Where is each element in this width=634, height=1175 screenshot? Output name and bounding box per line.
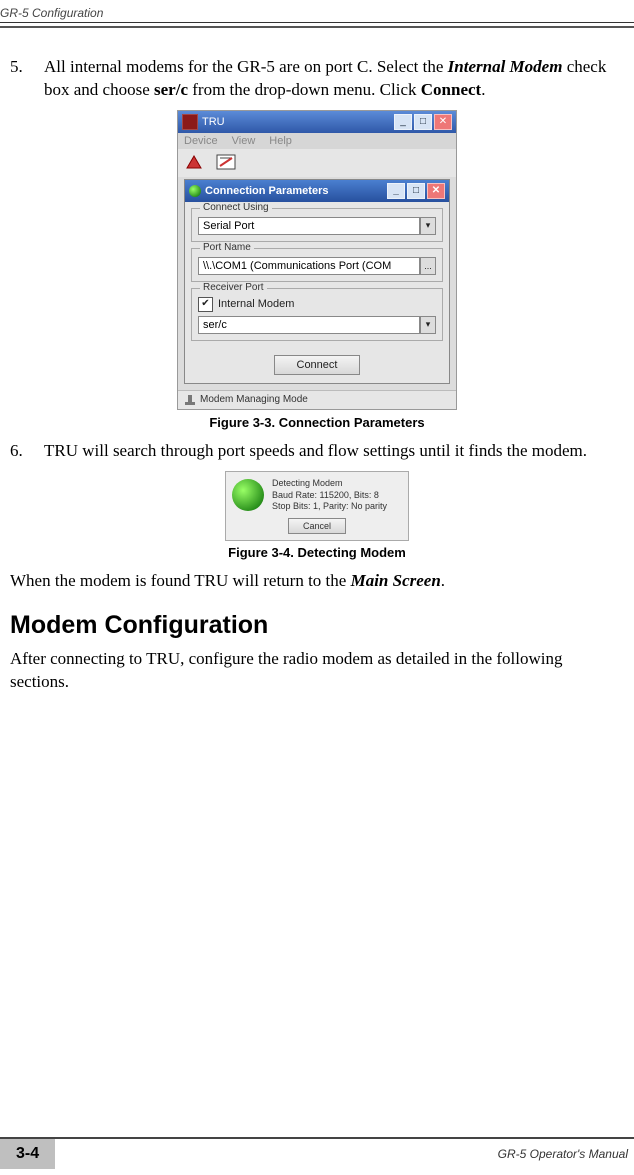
detecting-modem-dialog: Detecting Modem Baud Rate: 115200, Bits:… bbox=[225, 471, 409, 541]
dialog-titlebar: Connection Parameters _ □ ✕ bbox=[185, 180, 449, 202]
emphasis-internal-modem: Internal Modem bbox=[448, 57, 563, 76]
page-number: 3-4 bbox=[0, 1139, 55, 1169]
titlebar: TRU _ □ ✕ bbox=[178, 111, 456, 133]
page-content: 5. All internal modems for the GR-5 are … bbox=[0, 56, 634, 694]
paragraph: After connecting to TRU, configure the r… bbox=[10, 648, 624, 694]
step-number: 6. bbox=[10, 440, 44, 463]
toolbar-config-icon[interactable] bbox=[216, 153, 236, 173]
menu-view[interactable]: View bbox=[232, 135, 256, 147]
internal-modem-checkbox-row[interactable]: ✔ Internal Modem bbox=[198, 297, 436, 312]
port-name-field[interactable]: ... bbox=[198, 257, 436, 275]
figure-3-4: Detecting Modem Baud Rate: 115200, Bits:… bbox=[10, 471, 624, 560]
dialog-heading: Detecting Modem bbox=[272, 478, 387, 490]
internal-modem-label: Internal Modem bbox=[218, 298, 294, 310]
emphasis-connect: Connect bbox=[421, 80, 481, 99]
dialog-line: Stop Bits: 1, Parity: No parity bbox=[272, 501, 387, 513]
page-header: GR-5 Configuration bbox=[0, 0, 634, 22]
statusbar: Modem Managing Mode bbox=[178, 390, 456, 409]
dialog-maximize-button[interactable]: □ bbox=[407, 183, 425, 199]
minimize-button[interactable]: _ bbox=[394, 114, 412, 130]
text-fragment: . bbox=[481, 80, 485, 99]
figure-3-3: TRU _ □ ✕ Device View Help bbox=[10, 110, 624, 430]
group-legend: Connect Using bbox=[200, 202, 272, 213]
dropdown-arrow-icon[interactable]: ▾ bbox=[420, 217, 436, 235]
group-legend: Port Name bbox=[200, 242, 254, 253]
app-icon bbox=[182, 114, 198, 130]
manual-name: GR-5 Operator's Manual bbox=[55, 1139, 634, 1169]
toolbar-triangle-icon[interactable] bbox=[184, 153, 204, 173]
dialog-icon bbox=[189, 185, 201, 197]
port-name-value[interactable] bbox=[198, 257, 420, 275]
group-receiver-port: Receiver Port ✔ Internal Modem ▾ bbox=[191, 288, 443, 341]
connection-parameters-dialog: Connection Parameters _ □ ✕ Connect Usin… bbox=[184, 179, 450, 384]
receiver-port-value[interactable] bbox=[198, 316, 420, 334]
text-fragment: When the modem is found TRU will return … bbox=[10, 571, 351, 590]
text-fragment: from the drop-down menu. Click bbox=[188, 80, 421, 99]
menu-device[interactable]: Device bbox=[184, 135, 218, 147]
step-5: 5. All internal modems for the GR-5 are … bbox=[10, 56, 624, 102]
step-6: 6. TRU will search through port speeds a… bbox=[10, 440, 624, 463]
dialog-button-row: Connect bbox=[185, 347, 449, 383]
step-number: 5. bbox=[10, 56, 44, 102]
group-connect-using: Connect Using ▾ bbox=[191, 208, 443, 242]
connect-button[interactable]: Connect bbox=[274, 355, 361, 375]
dialog-title: Connection Parameters bbox=[205, 185, 328, 197]
emphasis-serc: ser/c bbox=[154, 80, 188, 99]
group-port-name: Port Name ... bbox=[191, 248, 443, 282]
connect-using-value[interactable] bbox=[198, 217, 420, 235]
status-text: Modem Managing Mode bbox=[200, 394, 308, 405]
window-title: TRU bbox=[202, 116, 225, 128]
paragraph: When the modem is found TRU will return … bbox=[10, 570, 624, 593]
dropdown-arrow-icon[interactable]: ▾ bbox=[420, 316, 436, 334]
tru-app-window: TRU _ □ ✕ Device View Help bbox=[177, 110, 457, 410]
close-button[interactable]: ✕ bbox=[434, 114, 452, 130]
cancel-button[interactable]: Cancel bbox=[288, 518, 346, 534]
dialog-close-button[interactable]: ✕ bbox=[427, 183, 445, 199]
text-fragment: . bbox=[441, 571, 445, 590]
connect-using-dropdown[interactable]: ▾ bbox=[198, 217, 436, 235]
figure-caption: Figure 3-4. Detecting Modem bbox=[10, 545, 624, 560]
text-fragment: All internal modems for the GR-5 are on … bbox=[44, 57, 448, 76]
receiver-port-dropdown[interactable]: ▾ bbox=[198, 316, 436, 334]
menu-help[interactable]: Help bbox=[269, 135, 292, 147]
status-icon bbox=[184, 394, 196, 406]
menubar: Device View Help bbox=[178, 133, 456, 149]
step-text: TRU will search through port speeds and … bbox=[44, 440, 624, 463]
progress-icon bbox=[232, 479, 264, 511]
figure-caption: Figure 3-3. Connection Parameters bbox=[10, 415, 624, 430]
emphasis-main-screen: Main Screen bbox=[351, 571, 441, 590]
section-heading: Modem Configuration bbox=[10, 611, 624, 640]
step-text: All internal modems for the GR-5 are on … bbox=[44, 56, 624, 102]
group-legend: Receiver Port bbox=[200, 282, 267, 293]
dialog-line: Baud Rate: 115200, Bits: 8 bbox=[272, 490, 387, 502]
header-rule bbox=[0, 22, 634, 28]
internal-modem-checkbox[interactable]: ✔ bbox=[198, 297, 213, 312]
browse-button[interactable]: ... bbox=[420, 257, 436, 275]
dialog-minimize-button[interactable]: _ bbox=[387, 183, 405, 199]
page-footer: 3-4 GR-5 Operator's Manual bbox=[0, 1137, 634, 1169]
maximize-button[interactable]: □ bbox=[414, 114, 432, 130]
toolbar bbox=[178, 149, 456, 177]
